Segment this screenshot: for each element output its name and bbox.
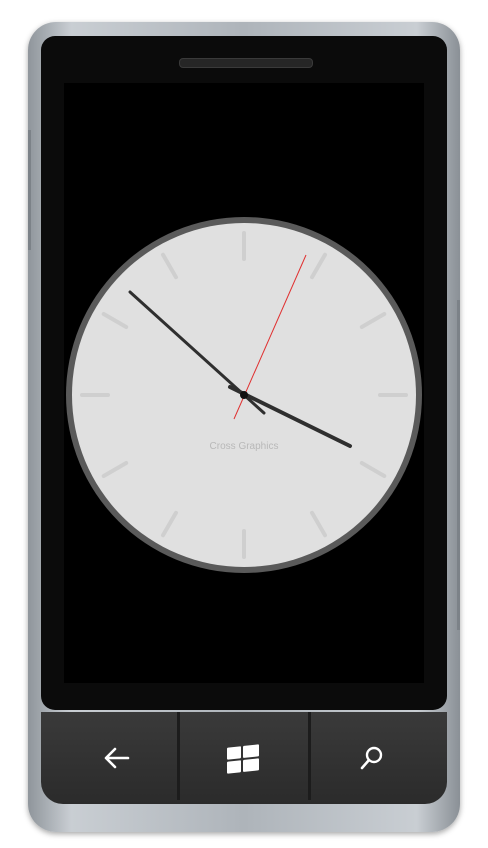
start-button[interactable] xyxy=(213,732,273,784)
earpiece xyxy=(179,58,313,68)
back-button[interactable] xyxy=(86,732,146,784)
brand-label: Cross Graphics xyxy=(210,441,279,452)
search-button[interactable] xyxy=(342,732,402,784)
back-arrow-icon xyxy=(104,747,130,769)
analog-clock: Cross Graphics xyxy=(66,217,422,573)
nav-divider xyxy=(308,712,311,800)
center-pin xyxy=(240,391,248,399)
volume-key xyxy=(28,130,31,250)
windows-logo-icon xyxy=(227,744,259,774)
side-key xyxy=(457,300,460,630)
search-icon xyxy=(360,746,383,770)
nav-divider xyxy=(177,712,180,800)
